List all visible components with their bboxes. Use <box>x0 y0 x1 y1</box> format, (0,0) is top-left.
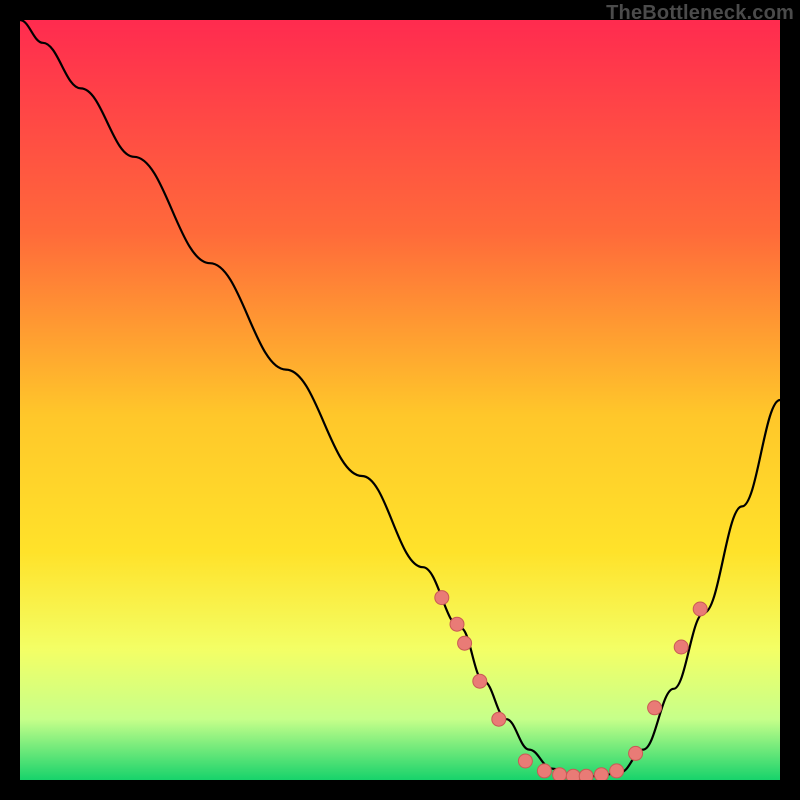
data-dot <box>594 768 608 780</box>
data-dot <box>674 640 688 654</box>
watermark-text: TheBottleneck.com <box>606 2 794 25</box>
data-dot <box>473 674 487 688</box>
chart-frame <box>20 20 780 780</box>
data-dot <box>518 754 532 768</box>
chart-svg <box>20 20 780 780</box>
data-dot <box>629 746 643 760</box>
data-dot <box>553 768 567 780</box>
data-dot <box>648 701 662 715</box>
data-dot <box>435 591 449 605</box>
data-dot <box>566 769 580 780</box>
data-dot <box>537 764 551 778</box>
data-dot <box>610 764 624 778</box>
data-dot <box>450 617 464 631</box>
data-dot <box>579 769 593 780</box>
data-dot <box>492 712 506 726</box>
data-dot <box>458 636 472 650</box>
gradient-background <box>20 20 780 780</box>
data-dot <box>693 602 707 616</box>
